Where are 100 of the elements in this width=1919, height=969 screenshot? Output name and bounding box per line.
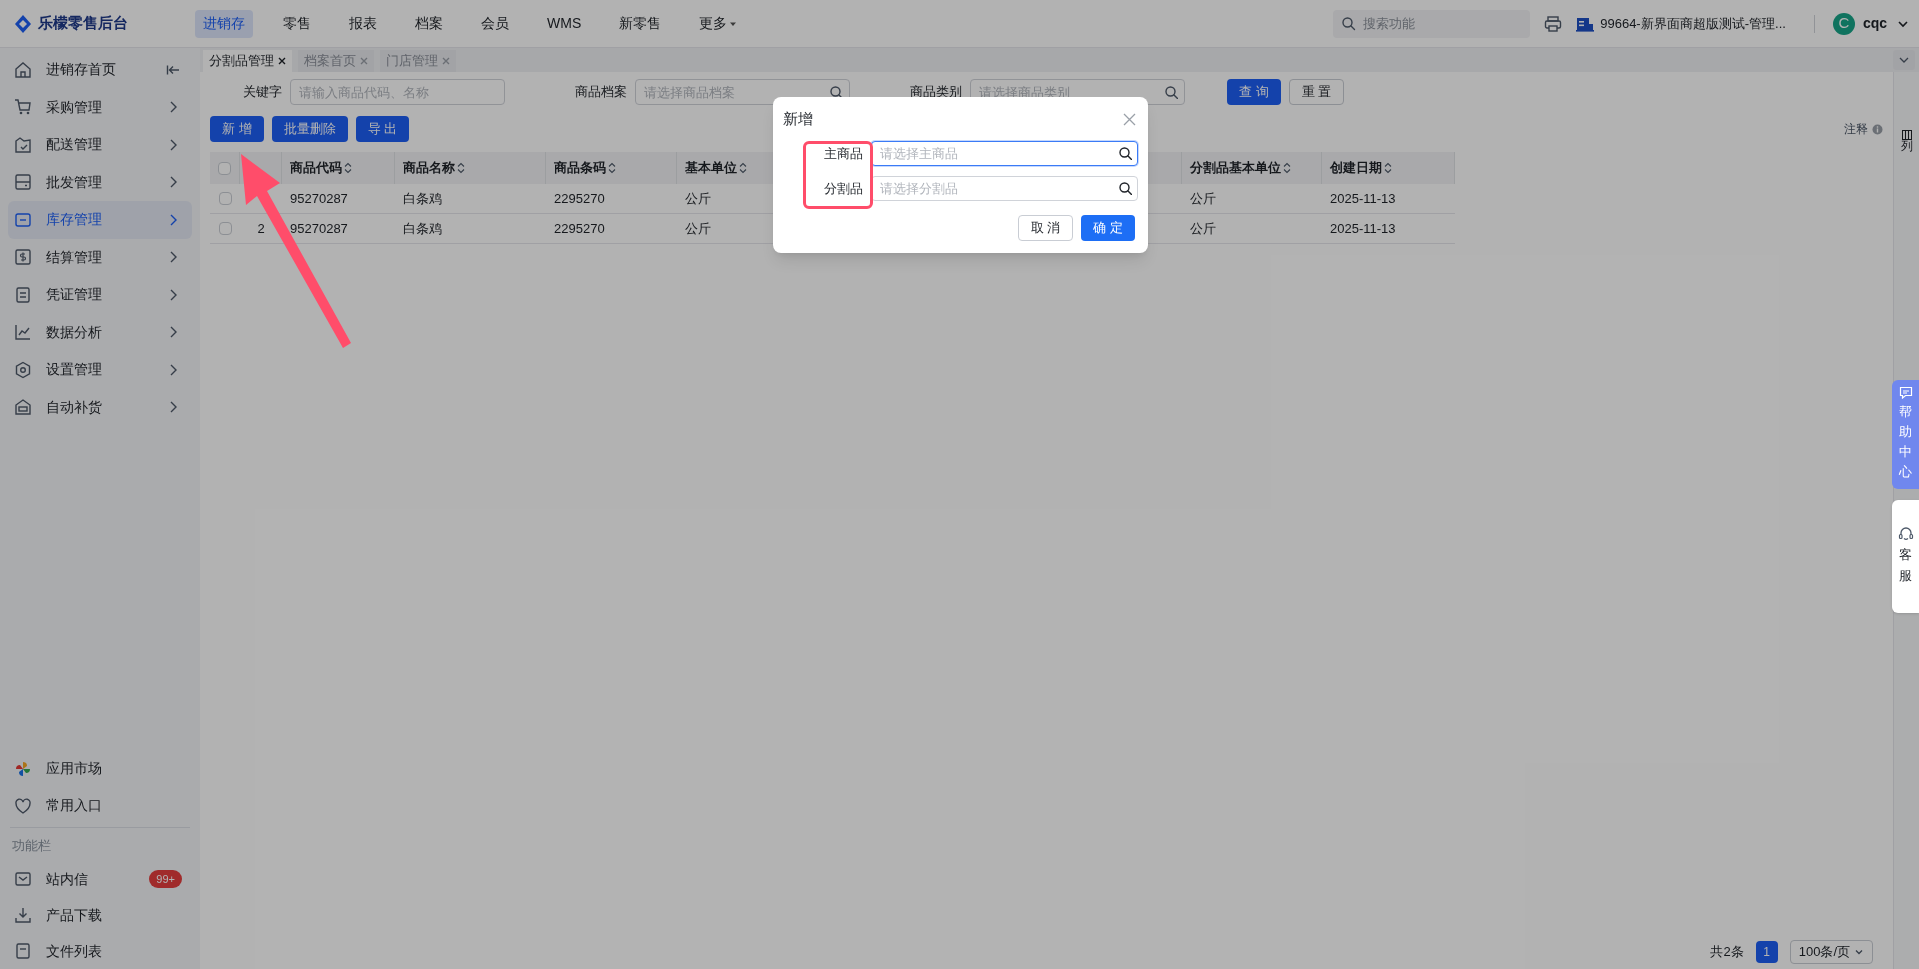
sidebar-item[interactable]: 应用市场	[8, 750, 192, 787]
sidebar-item[interactable]: 进销存首页	[8, 51, 192, 89]
table-cell-text: 公斤	[685, 219, 711, 238]
close-icon	[278, 57, 286, 65]
chat-icon	[1898, 386, 1913, 399]
column-header[interactable]: 基本单位	[685, 158, 747, 178]
query-button[interactable]: 查 询	[1227, 79, 1281, 105]
cart-icon	[14, 98, 32, 117]
note-link[interactable]: 注释	[1844, 120, 1868, 138]
columns-icon	[1901, 130, 1912, 140]
home-icon	[14, 60, 32, 79]
table-cell-text: 2025-11-13	[1330, 219, 1396, 238]
nav-tab[interactable]: WMS	[539, 9, 590, 38]
sidebar-item[interactable]: 配送管理	[8, 126, 192, 164]
column-header[interactable]: 商品名称	[403, 158, 465, 178]
search-icon	[1164, 85, 1178, 99]
sort-icon	[457, 162, 465, 174]
sidebar-item[interactable]: 数据分析	[8, 313, 192, 351]
sidebar-item[interactable]: 凭证管理	[8, 276, 192, 314]
search-icon	[1118, 146, 1132, 160]
dialog-title: 新增	[783, 108, 813, 129]
table-cell-text: 公斤	[1190, 219, 1216, 238]
page-tab[interactable]: 分割品管理	[203, 50, 292, 72]
column-header[interactable]: 分割品基本单位	[1190, 158, 1291, 178]
sidebar-item[interactable]: 常用入口	[8, 787, 192, 824]
sidebar-item[interactable]: 批发管理	[8, 163, 192, 201]
customer-service-tab[interactable]: 客服	[1892, 500, 1919, 613]
sidebar-item[interactable]: 设置管理	[8, 351, 192, 389]
row-number: 2	[257, 219, 265, 238]
nav-tab[interactable]: 档案	[407, 9, 451, 38]
table-cell-text: 95270287	[290, 189, 348, 208]
map-icon	[14, 135, 32, 154]
search-field[interactable]: 搜索功能	[1333, 9, 1531, 38]
nav-tab[interactable]: 报表	[341, 9, 385, 38]
total-count: 共2条	[1710, 943, 1744, 962]
nav-tab[interactable]: 零售	[275, 9, 319, 38]
column-settings-button[interactable]: 列	[1900, 130, 1913, 154]
close-icon	[360, 57, 368, 65]
action-button[interactable]: 批量删除	[271, 116, 348, 142]
search-icon	[1341, 15, 1357, 31]
sort-icon	[739, 162, 747, 174]
table-cell-text: 公斤	[685, 189, 711, 208]
checkbox[interactable]	[218, 222, 232, 235]
heart-icon	[14, 796, 32, 815]
sidebar-item[interactable]: 文件列表	[8, 933, 192, 969]
close-button[interactable]	[1122, 112, 1136, 126]
highlight-box	[803, 141, 873, 209]
table-cell-text: 2295270	[554, 219, 605, 238]
pinwheel-icon	[14, 759, 32, 778]
app-name: 乐檬零售后台	[38, 13, 128, 34]
page-button[interactable]: 1	[1755, 941, 1778, 963]
file-icon	[14, 942, 32, 960]
reset-button[interactable]: 重 置	[1288, 79, 1345, 105]
section-title: 功能栏	[11, 837, 52, 856]
nav-tab[interactable]: 更多	[691, 9, 746, 38]
table-cell-text: 公斤	[1190, 189, 1216, 208]
sort-icon	[1283, 162, 1291, 174]
cancel-button[interactable]: 取 消	[1017, 215, 1074, 241]
dollar-icon	[14, 248, 32, 267]
info-icon	[1872, 123, 1883, 135]
sidebar-item[interactable]: 库存管理	[8, 201, 192, 239]
search-icon	[829, 85, 843, 99]
field-label: 分割品	[823, 179, 864, 198]
sort-icon	[1384, 162, 1392, 174]
column-header[interactable]: 创建日期	[1330, 158, 1392, 178]
nav-tab[interactable]: 会员	[473, 9, 517, 38]
sidebar-item[interactable]: 自动补货	[8, 388, 192, 426]
printer-icon	[1544, 14, 1563, 33]
confirm-button[interactable]: 确 定	[1081, 215, 1135, 241]
field-label: 商品档案	[574, 83, 628, 102]
sort-icon	[344, 162, 352, 174]
sidebar-item[interactable]: 产品下载	[8, 897, 192, 933]
box-icon	[14, 210, 32, 229]
table-cell-text: 2295270	[554, 189, 605, 208]
search-icon	[1118, 181, 1132, 195]
table-cell-text: 白条鸡	[403, 219, 442, 238]
nav-tab[interactable]: 新零售	[611, 9, 670, 38]
checkbox[interactable]	[218, 161, 231, 175]
sidebar-item[interactable]: 采购管理	[8, 88, 192, 126]
input-field[interactable]: 请选择主商品	[871, 141, 1138, 166]
line-chart-icon	[14, 323, 32, 342]
checkbox[interactable]	[218, 192, 232, 205]
page-size-select[interactable]: 100条/页	[1789, 940, 1873, 964]
headset-icon	[1897, 526, 1914, 543]
column-header[interactable]: 商品条码	[554, 158, 616, 178]
action-button[interactable]: 新 增	[210, 116, 264, 142]
field-label: 主商品	[823, 144, 864, 163]
close-icon	[1122, 112, 1136, 126]
column-header[interactable]: 商品代码	[290, 158, 352, 178]
store-name[interactable]: 99664-新界面商超版测试-管理...	[1600, 13, 1786, 34]
sort-icon	[608, 162, 616, 174]
action-button[interactable]: 导 出	[355, 116, 410, 142]
sidebar-item[interactable]: 结算管理	[8, 238, 192, 276]
count-badge: 99+	[149, 870, 182, 888]
store-icon	[1576, 15, 1595, 32]
table-cell-text: 95270287	[290, 219, 348, 238]
sidebar-item[interactable]: 站内信 99+	[8, 861, 192, 897]
field-label: 关键字	[242, 83, 283, 102]
user-name[interactable]: cqc	[1862, 13, 1887, 34]
hexagon-icon	[14, 360, 32, 379]
